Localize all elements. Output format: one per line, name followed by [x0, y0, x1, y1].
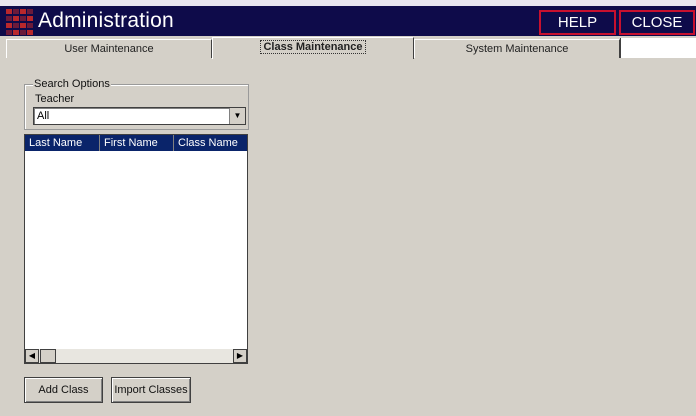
column-header-class-name[interactable]: Class Name [174, 135, 247, 151]
scrollbar-thumb[interactable] [40, 349, 56, 363]
import-classes-button[interactable]: Import Classes [111, 377, 191, 403]
search-options-group: Search Options Teacher All ▼ [24, 78, 249, 130]
search-options-label: Search Options [33, 78, 111, 90]
tab-label: Class Maintenance [260, 40, 366, 54]
tab-user-maintenance[interactable]: User Maintenance [6, 39, 212, 58]
app-logo-icon [6, 9, 36, 35]
tab-label: User Maintenance [64, 43, 154, 55]
teacher-select-value: All [37, 110, 50, 122]
app-title: Administration [38, 9, 174, 32]
scroll-right-icon[interactable]: ▶ [233, 349, 247, 363]
tab-system-maintenance[interactable]: System Maintenance [414, 39, 620, 58]
title-bar: Administration HELP CLOSE [0, 6, 696, 36]
teacher-select[interactable]: All ▼ [33, 107, 246, 125]
horizontal-scrollbar[interactable]: ◀ ▶ [25, 349, 247, 363]
tab-bar: User Maintenance Class Maintenance Syste… [0, 37, 696, 59]
tab-strip-filler [620, 38, 696, 58]
class-list[interactable]: Last Name First Name Class Name ◀ ▶ [24, 134, 248, 364]
close-button[interactable]: CLOSE [619, 10, 695, 35]
add-class-button[interactable]: Add Class [24, 377, 103, 403]
tab-label: System Maintenance [465, 43, 569, 55]
dropdown-arrow-icon[interactable]: ▼ [229, 108, 245, 124]
teacher-label: Teacher [35, 93, 75, 105]
help-button[interactable]: HELP [539, 10, 616, 35]
list-header: Last Name First Name Class Name [25, 135, 247, 151]
scroll-left-icon[interactable]: ◀ [25, 349, 39, 363]
column-header-last-name[interactable]: Last Name [25, 135, 100, 151]
tab-class-maintenance[interactable]: Class Maintenance [212, 37, 414, 59]
column-header-first-name[interactable]: First Name [100, 135, 174, 151]
